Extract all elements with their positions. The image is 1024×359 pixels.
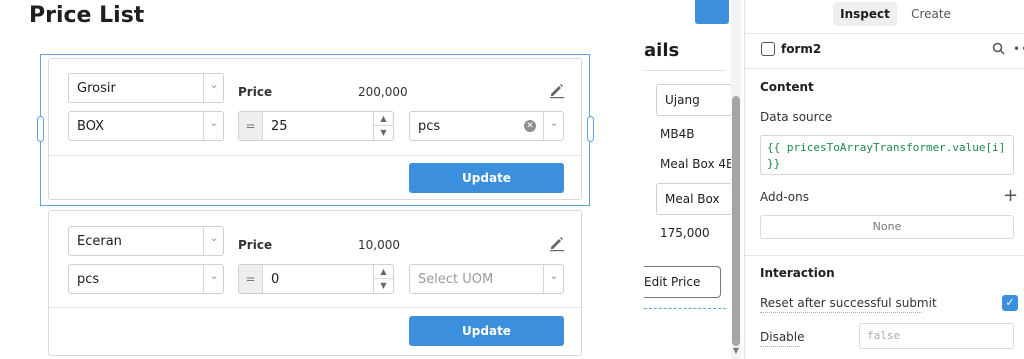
tab-inspect[interactable]: Inspect	[833, 2, 897, 26]
product-name: Meal Box 4B	[660, 157, 735, 171]
quantity-value: 0	[271, 272, 280, 287]
equals-prefix: =	[239, 265, 263, 293]
name-field-value: Ujang	[665, 93, 700, 107]
chevron-down-icon: ⌄	[209, 80, 219, 91]
uom-from-value: pcs	[77, 272, 100, 287]
plus-icon[interactable]: +	[1003, 185, 1018, 206]
update-button[interactable]: Update	[409, 163, 564, 193]
uom-from-select[interactable]: BOX ⌄	[68, 111, 224, 141]
reset-label: Reset after successful submit	[760, 296, 937, 310]
uom-to-placeholder: Select UOM	[418, 272, 494, 287]
price-form-card: Grosir ⌄ Price 200,000 BOX ⌄ = 25 ▲ ▼ pc…	[48, 58, 582, 200]
details-title: ails	[644, 40, 680, 61]
update-button[interactable]: Update	[409, 316, 564, 346]
component-name[interactable]: form2	[781, 42, 821, 56]
disable-input[interactable]: false	[859, 323, 1014, 349]
clear-icon[interactable]: ✕	[524, 120, 536, 132]
increment-icon[interactable]: ▲	[374, 265, 393, 279]
chevron-down-icon: ⌄	[209, 118, 219, 129]
pencil-icon[interactable]	[548, 81, 566, 99]
name-field[interactable]: Ujang	[656, 84, 732, 116]
uom-to-select[interactable]: pcs ✕ ⌄	[409, 111, 564, 141]
amount-value: 175,000	[660, 226, 710, 240]
price-type-value: Grosir	[77, 81, 116, 96]
divider	[745, 33, 1024, 34]
divider	[644, 70, 726, 71]
product-field-value: Meal Box	[665, 192, 720, 206]
chevron-down-icon: ⌄	[549, 118, 559, 129]
price-label: Price	[238, 85, 273, 99]
decrement-icon[interactable]: ▼	[374, 279, 393, 293]
section-interaction: Interaction	[760, 266, 835, 280]
resize-handle-left[interactable]	[37, 116, 44, 142]
edit-price-button[interactable]: Edit Price	[644, 266, 721, 298]
equals-prefix: =	[239, 112, 263, 140]
decrement-icon[interactable]: ▼	[374, 126, 393, 140]
data-source-line: {{ pricesToArrayTransformer.value[i]	[767, 141, 1006, 154]
product-code: MB4B	[660, 127, 695, 141]
uom-to-value: pcs	[418, 119, 441, 134]
divider	[745, 255, 1024, 256]
addons-label: Add-ons	[760, 190, 809, 204]
page-title: Price List	[29, 3, 145, 28]
uom-from-value: BOX	[77, 119, 104, 134]
product-field[interactable]: Meal Box	[656, 183, 732, 215]
quantity-value: 25	[271, 119, 288, 134]
pencil-icon[interactable]	[548, 234, 566, 252]
quantity-stepper[interactable]: = 0 ▲ ▼	[238, 264, 394, 294]
checkbox-icon[interactable]: ✓	[1002, 295, 1018, 311]
uom-to-select[interactable]: Select UOM ⌄	[409, 264, 564, 294]
uom-from-select[interactable]: pcs ⌄	[68, 264, 224, 294]
edit-price-label: Edit Price	[644, 275, 701, 289]
price-form-card: Eceran ⌄ Price 10,000 pcs ⌄ = 0 ▲ ▼ Sele…	[48, 210, 582, 356]
scroll-down-icon[interactable]: ▼	[732, 346, 740, 356]
canvas: Price List Grosir ⌄ Price 200,000 BOX ⌄ …	[0, 0, 644, 359]
price-type-value: Eceran	[77, 234, 122, 249]
details-panel: ails Ujang MB4B Meal Box 4B Meal Box 175…	[644, 0, 744, 359]
price-type-select[interactable]: Eceran ⌄	[68, 226, 224, 256]
addons-empty: None	[760, 215, 1014, 239]
divider	[49, 155, 581, 156]
resize-handle-right[interactable]	[587, 116, 594, 142]
tab-create[interactable]: Create	[905, 2, 957, 26]
disable-label: Disable	[760, 330, 805, 344]
data-source-label: Data source	[760, 110, 833, 124]
increment-icon[interactable]: ▲	[374, 112, 393, 126]
data-source-line: }}	[767, 157, 781, 170]
chevron-down-icon: ⌄	[209, 233, 219, 244]
scrollbar-thumb[interactable]	[732, 96, 740, 346]
chevron-down-icon: ⌄	[549, 271, 559, 282]
quantity-stepper[interactable]: = 25 ▲ ▼	[238, 111, 394, 141]
price-value: 200,000	[358, 85, 408, 99]
divider	[745, 68, 1024, 69]
search-icon[interactable]	[991, 41, 1007, 57]
data-source-input[interactable]: {{ pricesToArrayTransformer.value[i] }}	[760, 135, 1014, 175]
top-button[interactable]	[695, 0, 729, 24]
underline	[760, 312, 922, 313]
drop-indicator	[644, 308, 726, 309]
chevron-down-icon: ⌄	[209, 271, 219, 282]
form-component-icon	[761, 42, 775, 56]
price-value: 10,000	[358, 238, 400, 252]
price-label: Price	[238, 238, 273, 252]
section-content: Content	[760, 80, 814, 94]
underline	[760, 346, 800, 347]
inspector-panel: Inspect Create form2 ••• Content Data so…	[744, 0, 1024, 359]
more-icon[interactable]: •••	[1013, 42, 1024, 56]
price-type-select[interactable]: Grosir ⌄	[68, 73, 224, 103]
divider	[49, 307, 581, 308]
